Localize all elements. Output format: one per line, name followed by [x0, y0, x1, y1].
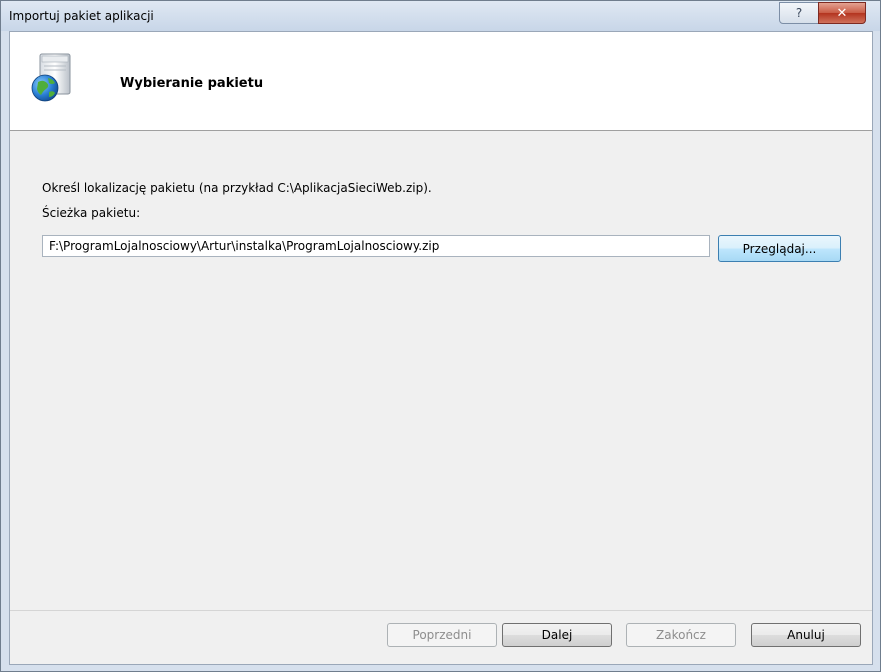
page-title: Wybieranie pakietu: [120, 76, 264, 91]
window-title: Importuj pakiet aplikacji: [9, 9, 154, 23]
browse-button[interactable]: Przeglądaj...: [718, 235, 841, 262]
import-package-dialog: Importuj pakiet aplikacji ? ✕ Wybieranie…: [0, 0, 881, 672]
help-button[interactable]: ?: [779, 2, 819, 24]
cancel-button[interactable]: Anuluj: [751, 623, 861, 647]
close-button[interactable]: ✕: [818, 2, 866, 24]
package-globe-icon: [31, 53, 71, 102]
previous-button[interactable]: Poprzedni: [387, 623, 497, 647]
dialog-body: Wybieranie pakietu Określ lokalizację pa…: [9, 31, 873, 665]
close-icon: ✕: [836, 5, 848, 21]
package-path-input[interactable]: [42, 235, 710, 257]
help-icon: ?: [795, 6, 803, 20]
package-path-label: Ścieżka pakietu:: [42, 206, 141, 220]
finish-button[interactable]: Zakończ: [626, 623, 736, 647]
footer-divider: [10, 610, 872, 611]
next-button[interactable]: Dalej: [502, 623, 612, 647]
package-location-description: Określ lokalizację pakietu (na przykład …: [42, 181, 432, 195]
wizard-header: Wybieranie pakietu: [10, 32, 872, 131]
title-bar[interactable]: Importuj pakiet aplikacji ? ✕: [1, 1, 880, 31]
